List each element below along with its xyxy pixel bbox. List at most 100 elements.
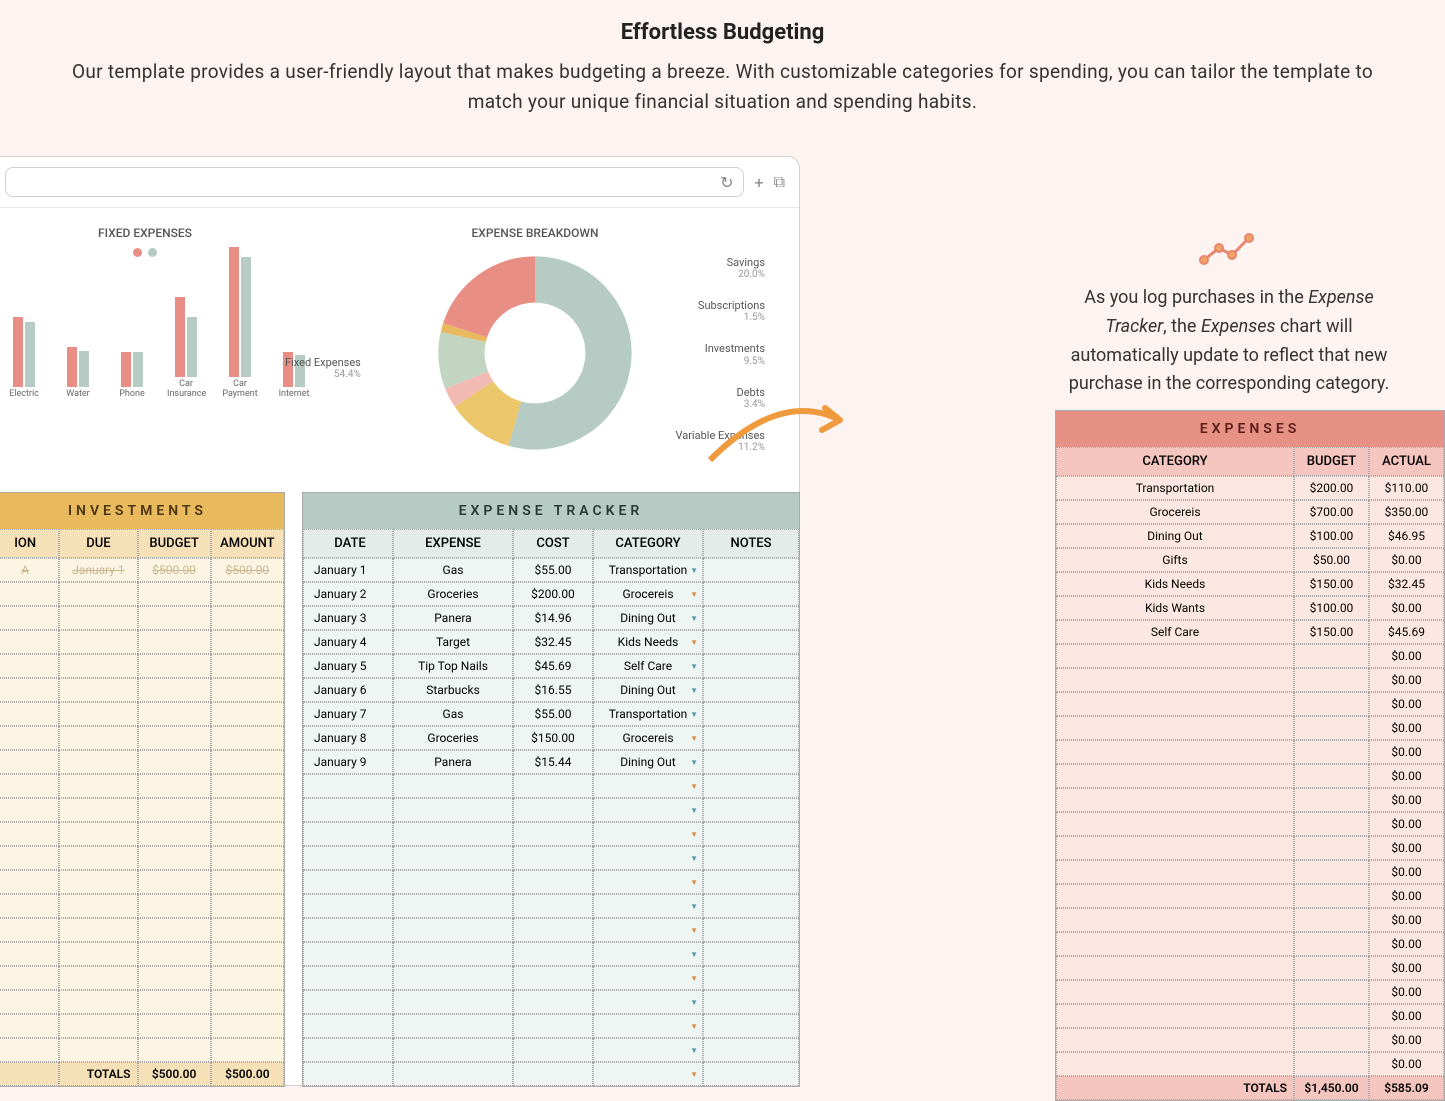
chevron-down-icon[interactable]: ▼ [690, 926, 698, 935]
chevron-down-icon[interactable]: ▼ [690, 566, 698, 575]
table-row[interactable] [0, 702, 284, 726]
table-row[interactable]: January 1Gas$55.00Transportation▼ [303, 558, 799, 582]
table-row[interactable] [0, 894, 284, 918]
chevron-down-icon[interactable]: ▼ [690, 590, 698, 599]
chevron-down-icon[interactable]: ▼ [690, 902, 698, 911]
chevron-down-icon[interactable]: ▼ [690, 854, 698, 863]
table-row[interactable]: $0.00 [1056, 1052, 1444, 1076]
table-row[interactable] [0, 918, 284, 942]
table-row[interactable]: ▼ [303, 870, 799, 894]
table-row[interactable]: Self Care$150.00$45.69 [1056, 620, 1444, 644]
table-row[interactable]: $0.00 [1056, 860, 1444, 884]
tabs-icon[interactable]: ⧉ [774, 172, 785, 192]
table-row[interactable]: $0.00 [1056, 668, 1444, 692]
chevron-down-icon[interactable]: ▼ [690, 734, 698, 743]
table-row[interactable] [0, 966, 284, 990]
table-row[interactable]: January 4Target$32.45Kids Needs▼ [303, 630, 799, 654]
reload-icon[interactable]: ↻ [720, 173, 733, 192]
table-row[interactable] [0, 606, 284, 630]
table-row[interactable]: ▼ [303, 990, 799, 1014]
table-row[interactable]: $0.00 [1056, 716, 1444, 740]
new-tab-icon[interactable]: + [754, 173, 763, 192]
table-row[interactable]: Kids Wants$100.00$0.00 [1056, 596, 1444, 620]
chevron-down-icon[interactable]: ▼ [690, 782, 698, 791]
table-row[interactable]: January 3Panera$14.96Dining Out▼ [303, 606, 799, 630]
table-row[interactable]: $0.00 [1056, 956, 1444, 980]
table-row[interactable]: Grocereis$700.00$350.00 [1056, 500, 1444, 524]
table-row[interactable]: $0.00 [1056, 980, 1444, 1004]
url-bar[interactable]: ↻ [5, 167, 744, 197]
table-row[interactable] [0, 774, 284, 798]
table-row[interactable]: $0.00 [1056, 692, 1444, 716]
chevron-down-icon[interactable]: ▼ [690, 758, 698, 767]
table-row[interactable]: Gifts$50.00$0.00 [1056, 548, 1444, 572]
table-row[interactable]: ▼ [303, 798, 799, 822]
table-row[interactable]: ▼ [303, 822, 799, 846]
chevron-down-icon[interactable]: ▼ [690, 1070, 698, 1079]
table-row[interactable]: Kids Needs$150.00$32.45 [1056, 572, 1444, 596]
table-row[interactable]: $0.00 [1056, 1004, 1444, 1028]
table-row[interactable]: Transportation$200.00$110.00 [1056, 476, 1444, 500]
table-row[interactable] [0, 678, 284, 702]
chevron-down-icon[interactable]: ▼ [690, 638, 698, 647]
chevron-down-icon[interactable]: ▼ [690, 830, 698, 839]
legend-dot-budget [133, 248, 142, 257]
table-row[interactable]: $0.00 [1056, 932, 1444, 956]
table-row[interactable]: ▼ [303, 1014, 799, 1038]
chevron-down-icon[interactable]: ▼ [690, 878, 698, 887]
table-row[interactable]: ▼ [303, 966, 799, 990]
table-row[interactable]: ▼ [303, 1038, 799, 1062]
bar-label: Water [59, 389, 97, 399]
table-row[interactable] [0, 582, 284, 606]
table-row[interactable]: January 6Starbucks$16.55Dining Out▼ [303, 678, 799, 702]
bar [121, 352, 131, 387]
chart-line-icon [1199, 230, 1259, 270]
table-row[interactable]: ▼ [303, 918, 799, 942]
table-row[interactable]: $0.00 [1056, 836, 1444, 860]
chevron-down-icon[interactable]: ▼ [690, 998, 698, 1007]
chevron-down-icon[interactable]: ▼ [690, 1046, 698, 1055]
chevron-down-icon[interactable]: ▼ [690, 974, 698, 983]
table-row[interactable]: $0.00 [1056, 740, 1444, 764]
table-row[interactable]: ▼ [303, 846, 799, 870]
table-row[interactable] [0, 654, 284, 678]
table-row[interactable] [0, 630, 284, 654]
table-row[interactable]: January 9Panera$15.44Dining Out▼ [303, 750, 799, 774]
chevron-down-icon[interactable]: ▼ [690, 686, 698, 695]
investments-ghost-row[interactable]: A January 1 $500.00 $500.00 [0, 558, 284, 582]
table-row[interactable]: $0.00 [1056, 764, 1444, 788]
table-row[interactable] [0, 846, 284, 870]
chevron-down-icon[interactable]: ▼ [690, 806, 698, 815]
chevron-down-icon[interactable]: ▼ [690, 710, 698, 719]
table-row[interactable]: Dining Out$100.00$46.95 [1056, 524, 1444, 548]
chevron-down-icon[interactable]: ▼ [690, 1022, 698, 1031]
table-row[interactable] [0, 990, 284, 1014]
table-row[interactable] [0, 1038, 284, 1062]
table-row[interactable]: $0.00 [1056, 1028, 1444, 1052]
table-row[interactable]: $0.00 [1056, 908, 1444, 932]
table-row[interactable] [0, 942, 284, 966]
table-row[interactable]: ▼ [303, 1062, 799, 1086]
table-row[interactable]: January 8Groceries$150.00Grocereis▼ [303, 726, 799, 750]
table-row[interactable] [0, 870, 284, 894]
table-row[interactable]: January 2Groceries$200.00Grocereis▼ [303, 582, 799, 606]
table-row[interactable]: January 5Tip Top Nails$45.69Self Care▼ [303, 654, 799, 678]
bar-label: Car Insurance [167, 379, 205, 399]
table-row[interactable]: January 7Gas$55.00Transportation▼ [303, 702, 799, 726]
table-row[interactable]: ▼ [303, 894, 799, 918]
table-row[interactable] [0, 1014, 284, 1038]
expense-breakdown-donut [430, 248, 640, 458]
table-row[interactable]: $0.00 [1056, 644, 1444, 668]
table-row[interactable] [0, 798, 284, 822]
table-row[interactable] [0, 822, 284, 846]
table-row[interactable] [0, 750, 284, 774]
table-row[interactable] [0, 726, 284, 750]
table-row[interactable]: ▼ [303, 774, 799, 798]
chevron-down-icon[interactable]: ▼ [690, 662, 698, 671]
table-row[interactable]: $0.00 [1056, 884, 1444, 908]
table-row[interactable]: $0.00 [1056, 788, 1444, 812]
chevron-down-icon[interactable]: ▼ [690, 950, 698, 959]
chevron-down-icon[interactable]: ▼ [690, 614, 698, 623]
table-row[interactable]: ▼ [303, 942, 799, 966]
table-row[interactable]: $0.00 [1056, 812, 1444, 836]
